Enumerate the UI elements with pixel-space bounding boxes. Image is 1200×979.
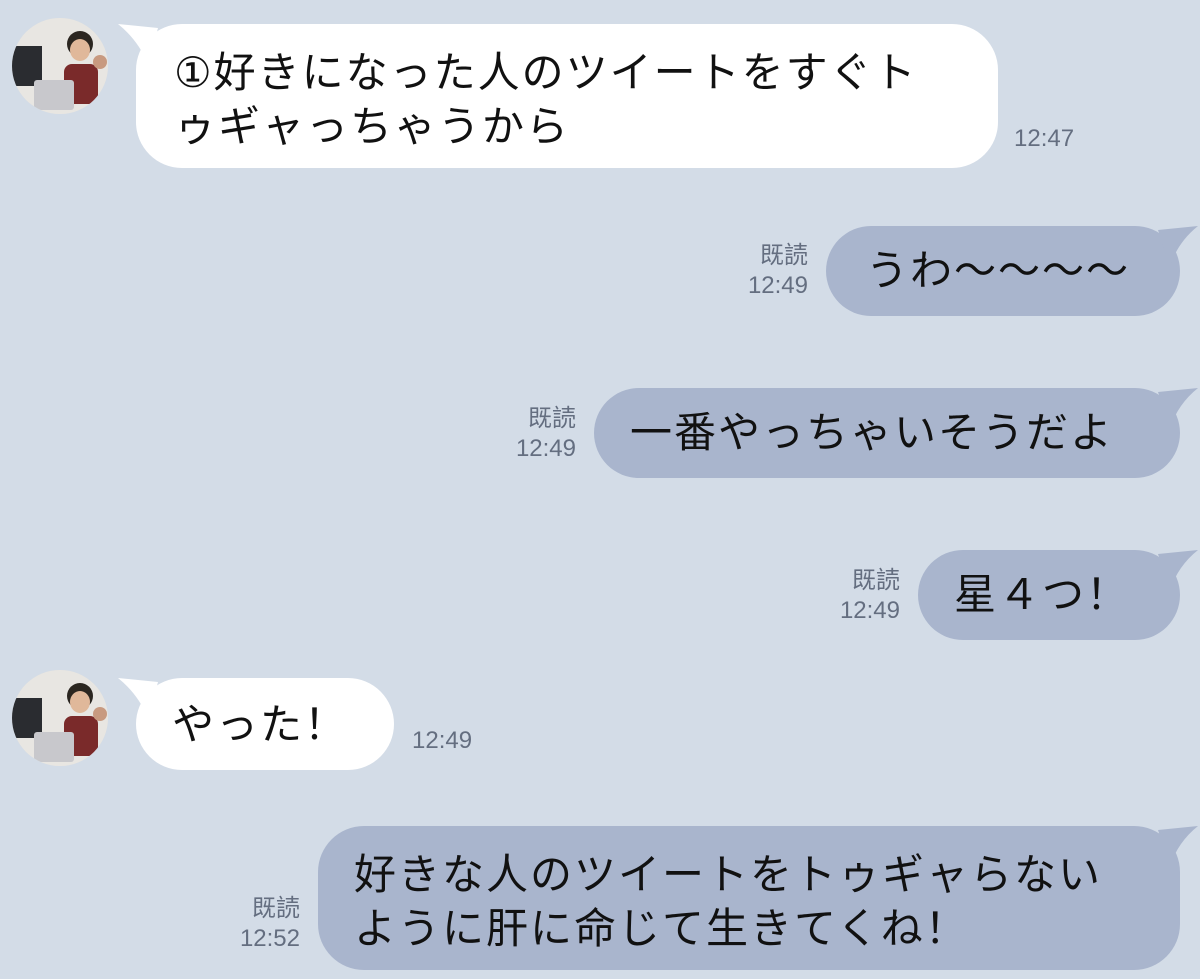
bubble-tail — [1158, 550, 1198, 590]
avatar-photo-icon — [12, 670, 108, 766]
message-meta: 既読 12:49 — [516, 404, 576, 464]
message-line: ように肝に命じて生きてくね！ — [354, 904, 969, 953]
message-timestamp: 12:49 — [839, 597, 900, 624]
read-receipt: 既読 — [528, 405, 576, 432]
message-timestamp: 12:52 — [239, 925, 300, 952]
bubble-tail — [1158, 826, 1198, 866]
bubble-tail — [1158, 226, 1198, 266]
sender-avatar[interactable] — [12, 18, 108, 114]
message-bubble-outgoing[interactable]: 好きな人のツイートをトゥギャらない ように肝に命じて生きてくね！ — [318, 826, 1180, 970]
message-line: うわ〜〜〜〜 — [866, 246, 1131, 295]
message-line: 好きな人のツイートをトゥギャらない — [354, 850, 1103, 899]
message-meta: 既読 12:49 — [840, 566, 900, 626]
message-timestamp: 12:49 — [515, 435, 576, 462]
avatar-photo-icon — [12, 18, 108, 114]
message-line: やった！ — [172, 700, 349, 749]
message-line: 一番やっちゃいそうだよ — [630, 408, 1115, 457]
message-line: ゥギャっちゃうから — [174, 102, 571, 151]
bubble-tail — [1158, 388, 1198, 428]
read-receipt: 既読 — [760, 242, 808, 269]
message-meta: 既読 12:52 — [240, 894, 300, 954]
message-meta: 既読 12:49 — [748, 241, 808, 301]
message-bubble-outgoing[interactable]: 星４つ！ — [918, 550, 1180, 640]
message-bubble-outgoing[interactable]: 一番やっちゃいそうだよ — [594, 388, 1180, 478]
sender-avatar[interactable] — [12, 670, 108, 766]
message-timestamp: 12:49 — [747, 272, 808, 299]
message-bubble-outgoing[interactable]: うわ〜〜〜〜 — [826, 226, 1180, 316]
message-timestamp: 12:47 — [1014, 125, 1075, 152]
message-line: 星４つ！ — [954, 570, 1131, 619]
message-line: ①好きになった人のツイートをすぐト — [174, 48, 918, 97]
message-bubble-incoming[interactable]: やった！ — [136, 678, 394, 770]
message-timestamp: 12:49 — [412, 727, 473, 754]
message-bubble-incoming[interactable]: ①好きになった人のツイートをすぐト ゥギャっちゃうから — [136, 24, 998, 168]
read-receipt: 既読 — [852, 567, 900, 594]
read-receipt: 既読 — [252, 895, 300, 922]
